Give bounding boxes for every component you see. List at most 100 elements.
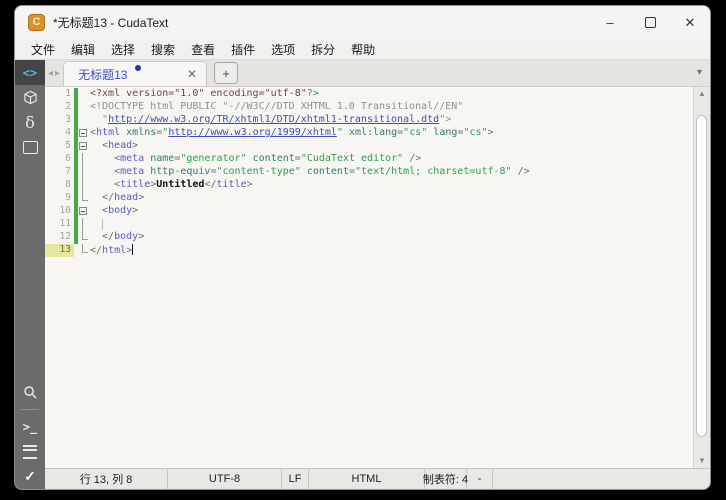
menu-item-3[interactable]: 搜索 [143, 39, 183, 60]
line-number: 9 [65, 192, 71, 203]
app-icon: C [28, 14, 45, 31]
code-line-9[interactable]: 9 </head> [45, 192, 693, 205]
vertical-scrollbar[interactable]: ▲ ▼ [693, 87, 710, 468]
code-area[interactable]: 1 <?xml version="1.0" encoding="utf-8"?> 2… [45, 87, 693, 468]
scroll-down-icon[interactable]: ▼ [694, 454, 710, 468]
sidebar-divider [21, 409, 39, 410]
code-token: http-equiv [150, 166, 211, 177]
fold-guide [78, 231, 90, 244]
console-icon[interactable]: >_ [15, 414, 45, 439]
status-cell-2[interactable]: LF [282, 469, 309, 489]
new-tab-button[interactable]: + [214, 62, 239, 84]
code-token: </ [90, 245, 103, 256]
code-token: "> [439, 114, 452, 125]
menu-item-2[interactable]: 选择 [103, 39, 143, 60]
menu-item-5[interactable]: 插件 [223, 39, 263, 60]
close-button[interactable]: ✕ [670, 6, 710, 39]
menu-item-1[interactable]: 编辑 [63, 39, 103, 60]
code-line-6[interactable]: 6 <meta name="generator" content="CudaTe… [45, 153, 693, 166]
snippets-icon[interactable]: δ [15, 110, 45, 135]
status-cell-0[interactable]: 行 13, 列 8 [45, 469, 168, 489]
code-line-8[interactable]: 8 <title>Untitled</title> [45, 179, 693, 192]
code-line-4[interactable]: 4 <html xmlns="http://www.w3.org/1999/xht… [45, 127, 693, 140]
line-number: 10 [59, 205, 71, 216]
tabs-panel-icon[interactable] [15, 135, 45, 160]
menu-item-0[interactable]: 文件 [23, 39, 63, 60]
project-icon[interactable] [15, 85, 45, 110]
menu-item-4[interactable]: 查看 [183, 39, 223, 60]
editor-area[interactable]: 1 <?xml version="1.0" encoding="utf-8"?> 2… [45, 86, 710, 468]
code-text: </body> [90, 231, 693, 244]
code-token: > [246, 179, 253, 190]
tab-nav-arrows[interactable]: ◂ ▸ [45, 60, 63, 86]
code-token: <!DOCTYPE html PUBLIC "-//W3C//DTD XHTML… [90, 101, 464, 112]
status-cell-4[interactable]: 制表符: 4 [423, 469, 468, 489]
search-icon[interactable] [15, 380, 45, 405]
code-line-1[interactable]: 1 <?xml version="1.0" encoding="utf-8"?> [45, 88, 693, 101]
maximize-button[interactable] [630, 6, 670, 39]
code-line-5[interactable]: 5 <head> [45, 140, 693, 153]
line-number: 8 [65, 179, 71, 190]
code-token: xml:lang [348, 127, 398, 138]
code-token: /> [409, 153, 422, 164]
code-token: meta [120, 153, 145, 164]
code-token: > [132, 205, 139, 216]
menu-item-8[interactable]: 帮助 [343, 39, 383, 60]
fold-guide [78, 88, 90, 101]
code-text: <html xmlns="http://www.w3.org/1999/xhtm… [90, 127, 693, 140]
tab-nav-right-icon[interactable]: ▸ [55, 68, 60, 79]
code-text: <!DOCTYPE html PUBLIC "-//W3C//DTD XHTML… [90, 101, 693, 114]
scroll-up-icon[interactable]: ▲ [694, 87, 710, 101]
app-window: C *无标题13 - CudaText – ✕ 文件 编辑 选择 搜索 查看 插件 选项 拆分… [14, 5, 711, 490]
status-cell-3[interactable]: HTML [309, 469, 425, 489]
window-title: *无标题13 - CudaText [53, 16, 169, 30]
status-cell-1[interactable]: UTF-8 [168, 469, 282, 489]
tab-untitled[interactable]: 无标题13 ✕ [63, 61, 208, 86]
status-cell-5[interactable]: - [467, 469, 493, 489]
code-token: head [108, 140, 133, 151]
code-line-3[interactable]: 3 "http://www.w3.org/TR/xhtml1/DTD/xhtml… [45, 114, 693, 127]
code-token: content [252, 153, 295, 164]
minimize-button[interactable]: – [590, 6, 630, 39]
code-token: "content-type" [216, 166, 301, 177]
menu-item-7[interactable]: 拆分 [303, 39, 343, 60]
code-line-11[interactable]: 11 [45, 218, 693, 231]
tab-list-chevron-icon[interactable]: ▾ [697, 67, 702, 78]
fold-toggle-icon[interactable] [78, 127, 90, 140]
menu-item-6[interactable]: 选项 [263, 39, 303, 60]
scrollbar-thumb[interactable] [696, 115, 707, 437]
fold-guide [78, 101, 90, 114]
line-number: 3 [65, 114, 71, 125]
code-line-2[interactable]: 2 <!DOCTYPE html PUBLIC "-//W3C//DTD XHTM… [45, 101, 693, 114]
code-token: </ [102, 192, 115, 203]
fold-toggle-icon[interactable] [78, 205, 90, 218]
code-tree-icon[interactable]: <> [15, 60, 45, 85]
code-line-7[interactable]: 7 <meta http-equiv="content-type" conten… [45, 166, 693, 179]
code-text: <meta http-equiv="content-type" content=… [90, 166, 693, 179]
fold-toggle-icon[interactable] [78, 140, 90, 153]
code-token: > [138, 192, 145, 203]
fold-guide [78, 114, 90, 127]
tab-label: 无标题13 [78, 67, 128, 82]
line-number: 11 [59, 218, 71, 229]
code-token: http://www.w3.org/1999/xhtml [168, 127, 337, 138]
output-icon[interactable] [15, 439, 45, 464]
code-token: content [306, 166, 349, 177]
code-text: <meta name="generator" content="CudaText… [90, 153, 693, 166]
code-token: body [114, 231, 139, 242]
tab-nav-left-icon[interactable]: ◂ [48, 68, 53, 79]
code-line-12[interactable]: 12 </body> [45, 231, 693, 244]
validate-icon[interactable]: ✓ [15, 464, 45, 489]
code-line-13[interactable]: 13 </html> [45, 244, 693, 257]
code-token: " [90, 114, 109, 125]
tab-close-icon[interactable]: ✕ [187, 67, 197, 81]
line-number: 4 [65, 127, 71, 138]
fold-guide [78, 192, 90, 205]
minimize-icon: – [606, 15, 614, 30]
code-line-10[interactable]: 10 <body> [45, 205, 693, 218]
maximize-icon [644, 17, 656, 28]
code-text: <title>Untitled</title> [90, 179, 693, 192]
